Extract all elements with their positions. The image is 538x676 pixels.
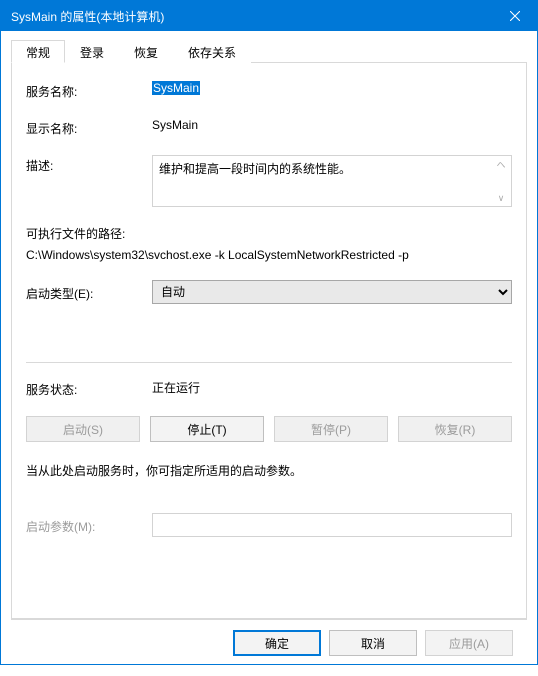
- stop-button[interactable]: 停止(T): [150, 416, 264, 442]
- tab-strip: 常规 登录 恢复 依存关系: [11, 39, 527, 63]
- general-panel: 服务名称: SysMain 显示名称: SysMain 描述: 维护和提高一段时…: [11, 63, 527, 619]
- startup-type-select[interactable]: 自动: [152, 280, 512, 304]
- dialog-content: 常规 登录 恢复 依存关系 服务名称: SysMain 显示名称: SysMai…: [1, 31, 537, 676]
- close-icon: [510, 11, 520, 21]
- value-exe-path: C:\Windows\system32\svchost.exe -k Local…: [26, 248, 512, 262]
- value-service-name: SysMain: [152, 81, 512, 95]
- label-description: 描述:: [26, 155, 152, 174]
- row-exe-path: 可执行文件的路径: C:\Windows\system32\svchost.ex…: [26, 225, 512, 262]
- tab-logon[interactable]: 登录: [65, 40, 119, 63]
- row-start-params: 启动参数(M):: [26, 513, 512, 537]
- description-scrollbar[interactable]: ヘ ∨: [493, 158, 509, 204]
- tab-recovery[interactable]: 恢复: [119, 40, 173, 63]
- scroll-up-icon[interactable]: ヘ: [496, 158, 505, 171]
- scroll-down-icon[interactable]: ∨: [498, 193, 505, 204]
- start-params-input: [152, 513, 512, 537]
- label-exe-path: 可执行文件的路径:: [26, 225, 512, 242]
- label-start-params: 启动参数(M):: [26, 516, 152, 535]
- row-startup-type: 启动类型(E): 自动: [26, 280, 512, 304]
- pause-button: 暂停(P): [274, 416, 388, 442]
- resume-button: 恢复(R): [398, 416, 512, 442]
- close-button[interactable]: [492, 1, 537, 31]
- label-display-name: 显示名称:: [26, 118, 152, 137]
- tab-dependencies[interactable]: 依存关系: [173, 40, 251, 63]
- apply-button: 应用(A): [425, 630, 513, 656]
- ok-button[interactable]: 确定: [233, 630, 321, 656]
- cancel-button[interactable]: 取消: [329, 630, 417, 656]
- row-display-name: 显示名称: SysMain: [26, 118, 512, 137]
- service-control-row: 启动(S) 停止(T) 暂停(P) 恢复(R): [26, 416, 512, 442]
- row-service-name: 服务名称: SysMain: [26, 81, 512, 100]
- service-name-text[interactable]: SysMain: [152, 81, 200, 95]
- titlebar: SysMain 的属性(本地计算机): [1, 1, 537, 31]
- divider: [26, 362, 512, 363]
- label-service-name: 服务名称:: [26, 81, 152, 100]
- tab-general[interactable]: 常规: [11, 40, 65, 63]
- window-title: SysMain 的属性(本地计算机): [11, 8, 492, 25]
- start-button: 启动(S): [26, 416, 140, 442]
- start-params-hint: 当从此处启动服务时，你可指定所适用的启动参数。: [26, 462, 512, 479]
- dialog-button-bar: 确定 取消 应用(A): [11, 619, 527, 666]
- description-text: 维护和提高一段时间内的系统性能。: [159, 162, 351, 176]
- value-service-status: 正在运行: [152, 379, 512, 396]
- value-display-name: SysMain: [152, 118, 512, 132]
- row-description: 描述: 维护和提高一段时间内的系统性能。 ヘ ∨: [26, 155, 512, 207]
- description-box[interactable]: 维护和提高一段时间内的系统性能。 ヘ ∨: [152, 155, 512, 207]
- label-startup-type: 启动类型(E):: [26, 283, 152, 302]
- label-service-status: 服务状态:: [26, 379, 152, 398]
- row-service-status: 服务状态: 正在运行: [26, 379, 512, 398]
